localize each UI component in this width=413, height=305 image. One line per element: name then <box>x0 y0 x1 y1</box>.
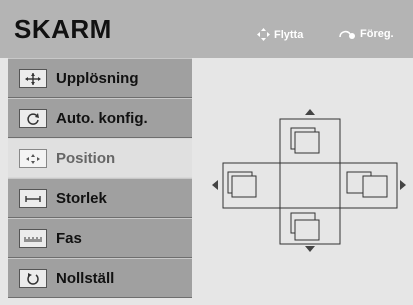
auto-config-icon <box>19 109 47 128</box>
menu-item-label: Nollställ <box>56 270 115 287</box>
menu-item-label: Position <box>56 150 116 167</box>
position-box-center <box>279 162 341 209</box>
settings-menu: Upplösning Auto. konfig. Position Storle… <box>8 58 192 305</box>
menu-item-storlek[interactable]: Storlek <box>8 178 192 218</box>
menu-item-fas[interactable]: Fas <box>8 218 192 258</box>
hint-move-label: Flytta <box>274 29 304 41</box>
arrow-up-icon[interactable] <box>305 109 315 115</box>
arrow-left-icon[interactable] <box>212 180 218 190</box>
menu-item-label: Fas <box>56 230 82 247</box>
position-diagram <box>212 109 406 252</box>
position-box-right[interactable] <box>339 162 398 209</box>
move-arrows-icon <box>257 28 270 41</box>
resolution-icon <box>19 69 47 88</box>
position-box-top[interactable] <box>279 118 341 164</box>
menu-item-label: Upplösning <box>56 70 139 87</box>
menu-item-label: Storlek <box>56 190 107 207</box>
phase-icon <box>19 229 47 248</box>
menu-item-position[interactable]: Position <box>8 138 192 178</box>
arrow-right-icon[interactable] <box>400 180 406 190</box>
position-box-bottom[interactable] <box>279 207 341 245</box>
reset-icon <box>19 269 47 288</box>
return-icon <box>339 30 355 39</box>
page-title: SKARM <box>14 14 112 44</box>
menu-item-auto-konfig[interactable]: Auto. konfig. <box>8 98 192 138</box>
menu-item-upplosning[interactable]: Upplösning <box>8 58 192 98</box>
size-icon <box>19 189 47 208</box>
hint-previous-label: Föreg. <box>360 28 394 40</box>
arrow-down-icon[interactable] <box>305 246 315 252</box>
menu-item-nollstall[interactable]: Nollställ <box>8 258 192 298</box>
hint-previous: Föreg. <box>338 28 394 40</box>
position-box-left[interactable] <box>222 162 282 209</box>
hint-move: Flytta <box>257 28 303 41</box>
position-panel <box>192 58 413 305</box>
menu-item-label: Auto. konfig. <box>56 110 148 127</box>
header-bar: SKARM Flytta Föreg. <box>0 0 413 58</box>
position-icon <box>19 149 47 168</box>
